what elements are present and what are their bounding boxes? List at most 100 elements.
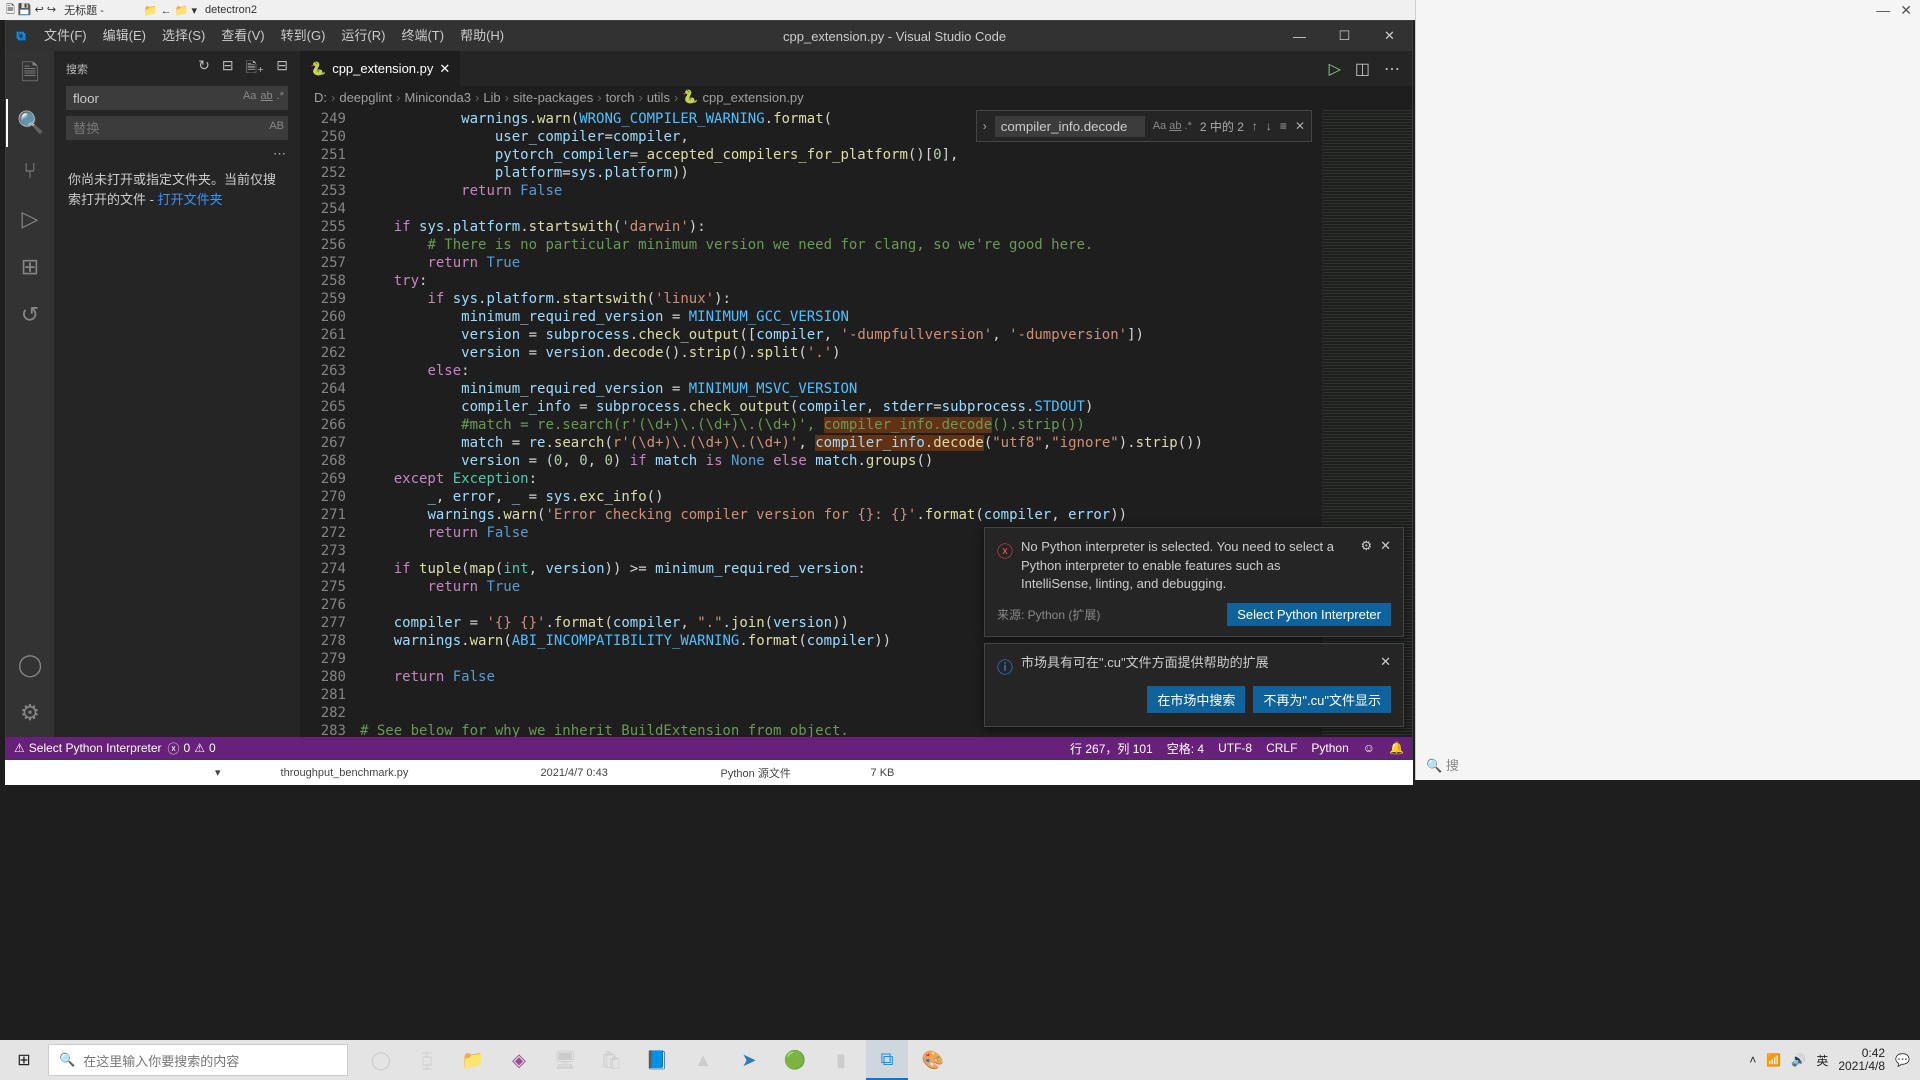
paint-icon[interactable]: 🎨 — [912, 1040, 954, 1080]
app-icon-2[interactable]: 📘 — [636, 1040, 678, 1080]
bg-close-icon[interactable]: ✕ — [1900, 2, 1912, 19]
split-editor-icon[interactable]: ◫ — [1355, 59, 1370, 79]
visualstudio-icon[interactable]: ◈ — [498, 1040, 540, 1080]
sync-icon[interactable]: ↺ — [6, 291, 54, 339]
menu-go[interactable]: 转到(G) — [273, 21, 334, 51]
maximize-button[interactable]: ☐ — [1322, 21, 1367, 51]
dont-show-button[interactable]: 不再为".cu"文件显示 — [1253, 686, 1391, 713]
task-view-icon[interactable]: ◯ — [360, 1040, 402, 1080]
search-icon[interactable]: 🔍 — [6, 99, 54, 147]
breadcrumb[interactable]: D:› deepglint› Miniconda3› Lib› site-pac… — [300, 86, 1412, 108]
find-next-icon[interactable]: ↓ — [1266, 119, 1272, 133]
volume-icon[interactable]: 🔊 — [1791, 1053, 1806, 1067]
notification-python-interpreter: ⓧ No Python interpreter is selected. You… — [984, 527, 1404, 637]
notification-message: No Python interpreter is selected. You n… — [1021, 538, 1346, 593]
menu-selection[interactable]: 选择(S) — [154, 21, 213, 51]
terminal-icon[interactable]: ▮ — [820, 1040, 862, 1080]
find-prev-icon[interactable]: ↑ — [1252, 119, 1258, 133]
cortana-icon[interactable]: ⧮ — [406, 1040, 448, 1080]
account-icon[interactable]: ◯ — [6, 641, 54, 689]
line-gutter: 249 250 251 252 253 254 255 256 257 258 … — [300, 108, 360, 737]
find-count: 2 中的 2 — [1200, 118, 1244, 135]
taskbar-search[interactable]: 🔍 在这里输入你要搜索的内容 — [48, 1044, 348, 1076]
close-button[interactable]: ✕ — [1367, 21, 1412, 51]
run-file-icon[interactable]: ▷ — [1329, 59, 1341, 79]
bg-minimize-icon[interactable]: — — [1876, 2, 1890, 19]
find-close-icon[interactable]: ✕ — [1295, 119, 1305, 133]
menu-help[interactable]: 帮助(H) — [452, 21, 512, 51]
find-input[interactable] — [995, 116, 1145, 137]
find-selection-icon[interactable]: ≡ — [1280, 119, 1287, 133]
notification-cu-extension: ⓘ 市场具有可在".cu"文件方面提供帮助的扩展 ✕ 在市场中搜索 不再为".c… — [984, 643, 1404, 727]
minimize-button[interactable]: — — [1277, 21, 1322, 51]
toggle-details-icon[interactable]: ⋯ — [54, 146, 300, 162]
explorer-row-behind: ▾ throughput_benchmark.py 2021/4/7 0:43 … — [5, 760, 1413, 785]
chrome-icon[interactable]: 🟢 — [774, 1040, 816, 1080]
status-feedback-icon[interactable]: ☺ — [1363, 741, 1375, 755]
match-case-icon[interactable]: Aa — [243, 90, 256, 102]
bg-search-label: 🔍 搜 — [1426, 755, 1459, 774]
app-icon-3[interactable]: ➤ — [728, 1040, 770, 1080]
explorer-icon[interactable]: 🗎 — [6, 51, 54, 99]
tray-expand-icon[interactable]: ˄ — [1749, 1053, 1756, 1067]
regex-icon[interactable]: .* — [277, 90, 284, 102]
search-marketplace-button[interactable]: 在市场中搜索 — [1147, 686, 1245, 713]
whole-word-icon[interactable]: ab — [260, 90, 272, 102]
notifications-icon[interactable]: 💬 — [1895, 1053, 1910, 1067]
status-interpreter[interactable]: ⚠ Select Python Interpreter — [14, 741, 162, 755]
activity-bar: 🗎 🔍 ⑂ ▷ ⊞ ↺ ◯ ⚙ — [6, 51, 54, 737]
vscode-taskbar-icon[interactable]: ⧉ — [866, 1040, 908, 1080]
file-name: throughput_benchmark.py — [281, 767, 409, 779]
os-quick-icons: 🗎 💾 ↩ ↪ — [0, 1, 56, 20]
status-indent[interactable]: 空格: 4 — [1167, 740, 1204, 757]
cmake-icon[interactable]: ▲ — [682, 1040, 724, 1080]
wifi-icon[interactable]: 📶 — [1766, 1053, 1781, 1067]
ime-indicator[interactable]: 英 — [1816, 1052, 1828, 1069]
replace-input[interactable] — [66, 116, 288, 140]
status-cursor[interactable]: 行 267，列 101 — [1070, 740, 1153, 757]
settings-gear-icon[interactable]: ⚙ — [6, 689, 54, 737]
store-icon[interactable]: 🛍 — [590, 1040, 632, 1080]
tab-close-icon[interactable]: ✕ — [439, 61, 450, 77]
status-language[interactable]: Python — [1311, 741, 1348, 755]
menu-run[interactable]: 运行(R) — [333, 21, 393, 51]
find-case-icon[interactable]: Aa ab .* — [1153, 120, 1192, 132]
os-window-title-1: 无标题 - — [64, 2, 104, 18]
collapse-icon[interactable]: ⊟ — [276, 57, 288, 81]
menu-terminal[interactable]: 终端(T) — [393, 21, 452, 51]
clear-icon[interactable]: ⊟ — [222, 57, 234, 81]
close-icon[interactable]: ✕ — [1380, 538, 1391, 554]
select-interpreter-button[interactable]: Select Python Interpreter — [1227, 603, 1391, 626]
find-expand-icon[interactable]: › — [983, 119, 987, 133]
start-button[interactable]: ⊞ — [0, 1040, 48, 1080]
file-size: 7 KB — [871, 767, 895, 779]
status-bell-icon[interactable]: 🔔 — [1389, 741, 1404, 755]
search-placeholder: 在这里输入你要搜索的内容 — [83, 1051, 239, 1070]
tab-cpp-extension[interactable]: 🐍 cpp_extension.py ✕ — [300, 51, 461, 86]
clock[interactable]: 0:42 2021/4/8 — [1838, 1047, 1885, 1073]
open-folder-link[interactable]: 打开文件夹 — [158, 192, 223, 207]
status-problems[interactable]: ⓧ 0 ⚠ 0 — [168, 740, 216, 757]
source-control-icon[interactable]: ⑂ — [6, 147, 54, 195]
titlebar: ⧉ 文件(F) 编辑(E) 选择(S) 查看(V) 转到(G) 运行(R) 终端… — [6, 21, 1412, 51]
menu-view[interactable]: 查看(V) — [213, 21, 272, 51]
explorer-taskbar-icon[interactable]: 📁 — [452, 1040, 494, 1080]
new-file-icon[interactable]: 🗎₊ — [246, 57, 265, 81]
taskbar: ⊞ 🔍 在这里输入你要搜索的内容 ◯ ⧮ 📁 ◈ 🖥 🛍 📘 ▲ ➤ 🟢 ▮ ⧉… — [0, 1040, 1920, 1080]
preserve-case-icon[interactable]: AB — [269, 120, 284, 132]
status-bar: ⚠ Select Python Interpreter ⓧ 0 ⚠ 0 行 26… — [6, 737, 1412, 759]
python-file-icon: 🐍 — [682, 89, 698, 105]
app-icon[interactable]: 🖥 — [544, 1040, 586, 1080]
more-actions-icon[interactable]: ⋯ — [1384, 59, 1400, 79]
window-title: cpp_extension.py - Visual Studio Code — [512, 29, 1277, 44]
search-icon: 🔍 — [59, 1052, 75, 1068]
extensions-icon[interactable]: ⊞ — [6, 243, 54, 291]
gear-icon[interactable]: ⚙ — [1360, 538, 1372, 554]
status-eol[interactable]: CRLF — [1266, 741, 1297, 755]
refresh-icon[interactable]: ↻ — [198, 57, 210, 81]
run-debug-icon[interactable]: ▷ — [6, 195, 54, 243]
status-encoding[interactable]: UTF-8 — [1218, 741, 1252, 755]
menu-file[interactable]: 文件(F) — [36, 21, 95, 51]
close-icon[interactable]: ✕ — [1380, 654, 1391, 670]
menu-edit[interactable]: 编辑(E) — [95, 21, 154, 51]
